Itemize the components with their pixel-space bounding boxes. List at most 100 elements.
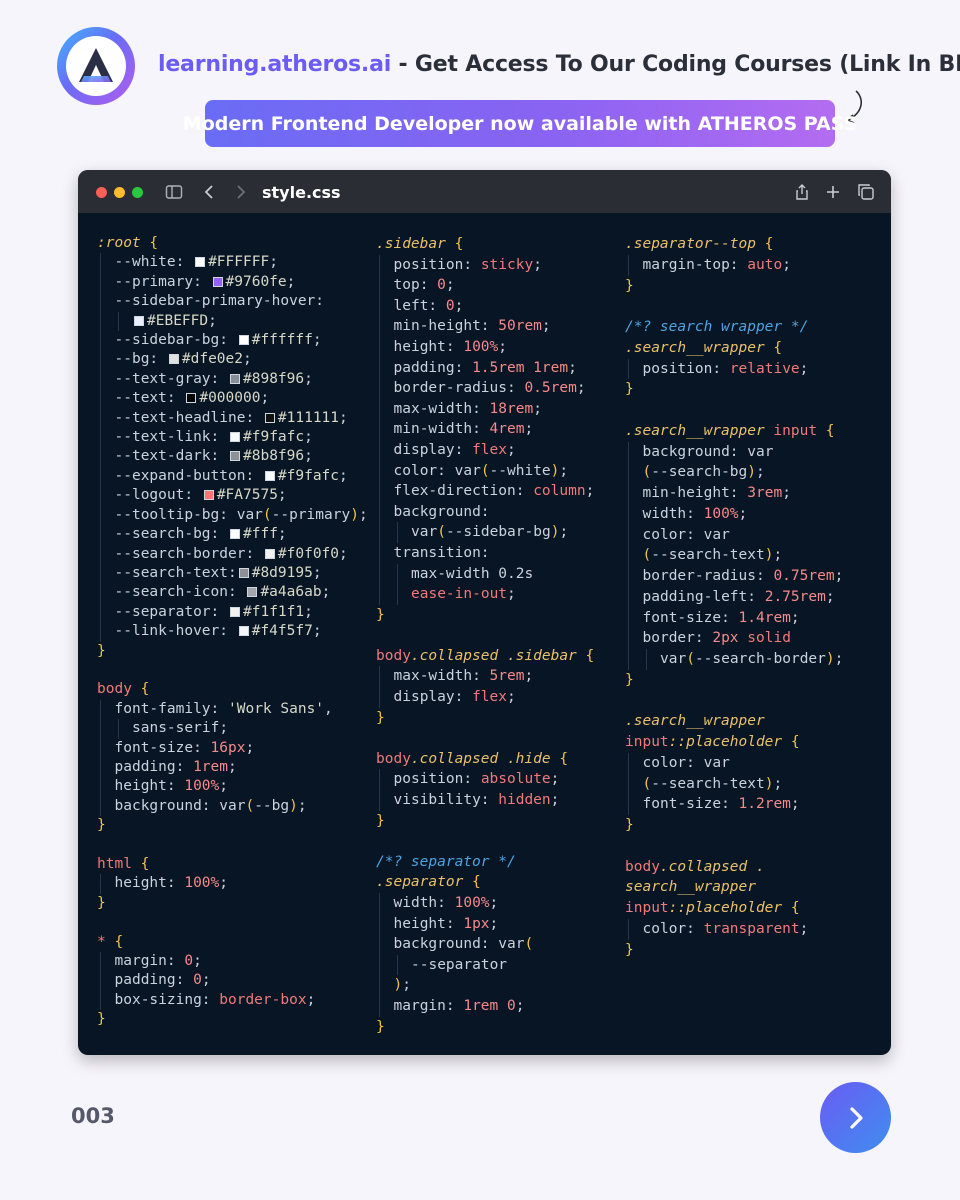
code-token: 2.75rem [764,588,826,605]
code-line: .separator { [376,872,616,893]
share-icon[interactable] [793,183,811,201]
code-token: ; [834,651,844,667]
forward-icon[interactable] [231,183,249,201]
code-token: ; [306,991,316,1008]
code-token: ; [228,758,237,775]
code-token: transparent [703,920,800,937]
code-token: ; [193,953,202,970]
code-token: solid [738,630,791,647]
code-line: height: 100%; [376,336,616,358]
brand-link[interactable]: learning.atheros.ai [158,52,391,77]
code-line: ​ [376,728,616,749]
code-token: ; [773,775,783,792]
code-line: } [625,940,883,961]
code-line: input::placeholder { [625,732,883,753]
code-token: .sidebar [376,236,446,252]
code-line: width: 100%; [376,893,616,914]
code-token: } [625,277,634,294]
code-token: } [376,606,385,623]
code-token: ; [304,448,313,465]
code-token: var [660,651,687,667]
indent-guide [100,777,101,797]
code-token: #ffffff [251,332,313,349]
code-line: body.collapsed . [625,857,883,878]
next-button[interactable] [820,1082,891,1153]
indent-guide [117,311,119,332]
code-window: style.css :root {--white: #FFFFFF; --prim… [78,170,891,1055]
code-token: 4rem [489,421,525,438]
code-token: input [625,900,669,916]
code-line: .search__wrapper input { [625,421,883,442]
code-token: font-size: [642,609,739,626]
code-line: :root { [97,234,362,253]
code-token: #a4a6ab [260,584,322,601]
code-token: width: [642,505,704,522]
code-token: .separator [376,874,464,891]
code-line: /*? separator */ [376,852,616,873]
code-line: var(--search-border); [625,649,883,670]
code-token: margin: [114,953,185,970]
code-line: display: flex; [376,439,616,461]
atheros-logo [57,27,135,105]
code-line: position: sticky; [376,254,616,276]
code-token: #f9fafc [243,429,305,446]
indent-guide [396,954,398,976]
code-token: margin: [393,997,464,1014]
code-token: padding: [114,972,194,989]
code-token: ease-in-out [411,586,508,603]
indent-guide [379,357,380,379]
color-swatch [238,335,249,346]
color-swatch [247,587,258,598]
code-line: --white: #FFFFFF; [97,253,362,273]
chevron-right-icon [849,1106,863,1129]
code-token: height: [393,338,464,355]
code-token: 1rem [193,758,228,775]
code-token: height: [393,915,464,932]
indent-guide [100,796,101,817]
code-token: } [376,812,385,829]
code-token: auto [747,256,783,273]
promo-banner[interactable]: Modern Frontend Developer now available … [183,100,857,147]
code-token: --search-bg [651,464,748,481]
code-line: --link-hover: #f4f5f7; [97,622,362,642]
indent-guide [628,483,629,504]
code-token: ; [799,920,809,937]
plus-icon[interactable] [824,183,842,201]
code-token: input [764,422,818,439]
code-line: padding: 1.5rem 1rem; [376,357,616,379]
tabs-icon[interactable] [857,183,875,201]
sidebar-toggle-icon[interactable] [165,183,183,201]
code-token: .collapsed .hide [410,750,551,767]
code-line: /*? search wrapper */ [625,317,883,338]
code-token: ; [201,972,211,989]
indent-guide [379,275,380,296]
code-token: --search-text [651,547,765,564]
minimize-dot[interactable] [114,187,125,198]
close-dot[interactable] [96,187,107,198]
code-token: ; [277,526,287,543]
code-token: ; [799,360,809,377]
indent-guide [100,272,101,293]
indent-guide [379,563,380,585]
code-token: ) [350,506,359,523]
code-token: ; [358,506,368,523]
back-icon[interactable] [201,183,219,201]
code-token: --search-border [694,651,826,667]
code-token: flex [472,689,507,706]
code-token: { [782,734,800,750]
indent-guide [117,719,119,739]
maximize-dot[interactable] [132,187,143,198]
indent-guide [628,628,629,649]
code-token: #8b8f96 [243,448,305,465]
code-token: ; [559,462,569,479]
file-name: style.css [262,183,341,202]
code-line: .sidebar { [376,234,616,255]
indent-guide [100,699,101,720]
code-token: ; [568,359,577,376]
code-token: { [817,422,835,439]
indent-guide [100,874,101,894]
code-token: --link-hover: [114,623,237,640]
code-token: position: [642,360,730,377]
code-token: { [463,874,481,891]
code-token: sticky [480,256,534,273]
